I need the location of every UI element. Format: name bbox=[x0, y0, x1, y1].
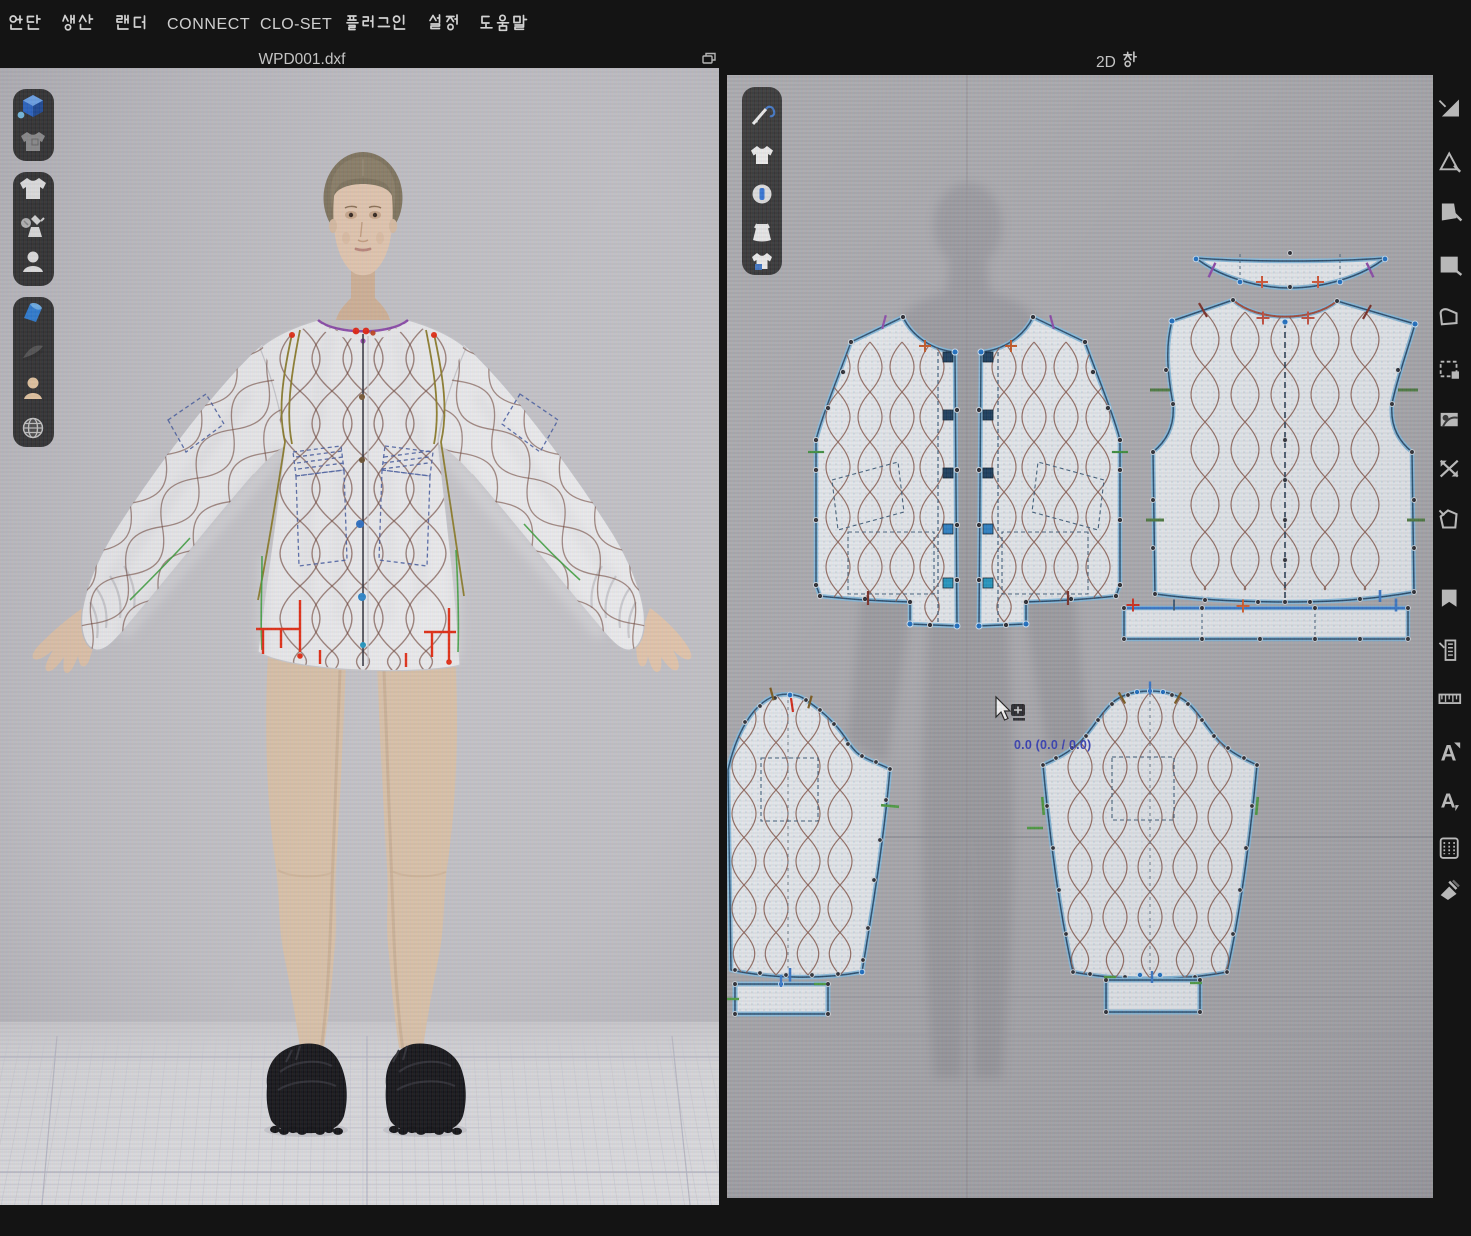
svg-text:A: A bbox=[1441, 790, 1456, 813]
svg-text:A: A bbox=[1441, 741, 1457, 766]
svg-text:CONNECT: CONNECT bbox=[167, 16, 250, 33]
svg-text:2D: 2D bbox=[1096, 54, 1116, 71]
svg-text:WPD001.dxf: WPD001.dxf bbox=[258, 51, 346, 68]
svg-text:CLO-SET: CLO-SET bbox=[260, 16, 332, 33]
